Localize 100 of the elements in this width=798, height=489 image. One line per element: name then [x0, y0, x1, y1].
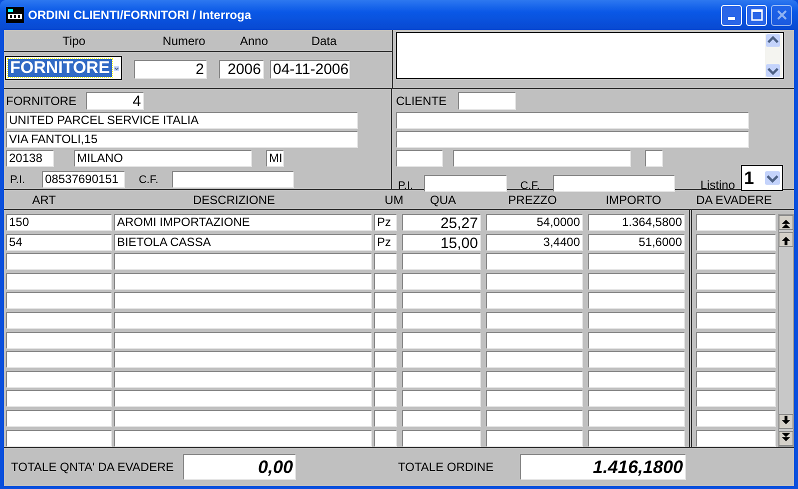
description-cell[interactable] [114, 332, 372, 349]
art-cell[interactable] [6, 292, 112, 310]
customer-postcode-field[interactable] [396, 150, 443, 167]
tax-code-field[interactable] [172, 171, 294, 188]
close-button[interactable] [771, 4, 792, 26]
outstanding-cell[interactable] [696, 272, 776, 290]
quantity-cell[interactable] [402, 430, 481, 447]
price-cell[interactable] [486, 370, 583, 388]
outstanding-cell[interactable] [696, 430, 776, 447]
last-page-icon[interactable] [779, 431, 793, 446]
amount-cell[interactable] [588, 370, 685, 388]
quantity-cell[interactable]: 15,00 [402, 234, 481, 251]
unit-cell[interactable] [374, 410, 397, 427]
unit-cell[interactable] [374, 332, 397, 349]
unit-cell[interactable] [374, 351, 397, 368]
province-field[interactable]: MI [266, 150, 284, 167]
city-field[interactable]: MILANO [74, 150, 252, 167]
year-field[interactable]: 2006 [219, 60, 264, 78]
quantity-cell[interactable] [402, 292, 481, 310]
description-cell[interactable] [114, 370, 372, 388]
art-cell[interactable]: 150 [6, 214, 112, 231]
art-cell[interactable] [6, 430, 112, 447]
quantity-cell[interactable]: 25,27 [402, 214, 481, 231]
order-total-field[interactable]: 1.416,1800 [520, 454, 686, 480]
customer-code-field[interactable] [458, 92, 516, 110]
outstanding-cell[interactable] [696, 253, 776, 270]
address-field[interactable]: VIA FANTOLI,15 [6, 131, 358, 148]
art-cell[interactable] [6, 370, 112, 388]
art-cell[interactable] [6, 351, 112, 368]
amount-cell[interactable]: 1.364,5800 [588, 214, 685, 231]
unit-cell[interactable]: Pz [374, 234, 397, 251]
scroll-down-icon[interactable] [779, 414, 793, 429]
unit-cell[interactable]: Pz [374, 214, 397, 231]
outstanding-cell[interactable] [696, 214, 776, 231]
customer-vat-field[interactable] [424, 175, 507, 192]
outstanding-cell[interactable] [696, 410, 776, 427]
price-cell[interactable]: 54,0000 [486, 214, 583, 231]
amount-cell[interactable] [588, 292, 685, 310]
outstanding-cell[interactable] [696, 390, 776, 408]
unit-cell[interactable] [374, 370, 397, 388]
outstanding-cell[interactable] [696, 312, 776, 329]
art-cell[interactable] [6, 253, 112, 270]
unit-cell[interactable] [374, 390, 397, 408]
unit-cell[interactable] [374, 312, 397, 329]
quantity-cell[interactable] [402, 312, 481, 329]
description-cell[interactable] [114, 292, 372, 310]
maximize-button[interactable] [746, 4, 767, 26]
price-cell[interactable]: 3,4400 [486, 234, 583, 251]
description-cell[interactable]: BIETOLA CASSA [114, 234, 372, 251]
description-cell[interactable] [114, 253, 372, 270]
supplier-code-field[interactable]: 4 [86, 92, 144, 110]
amount-cell[interactable] [588, 351, 685, 368]
price-cell[interactable] [486, 351, 583, 368]
first-page-icon[interactable] [779, 215, 793, 230]
unit-cell[interactable] [374, 430, 397, 447]
unit-cell[interactable] [374, 272, 397, 290]
postcode-field[interactable]: 20138 [6, 150, 54, 167]
quantity-cell[interactable] [402, 272, 481, 290]
unit-cell[interactable] [374, 253, 397, 270]
customer-name-field[interactable] [396, 112, 749, 129]
art-cell[interactable] [6, 390, 112, 408]
amount-cell[interactable] [588, 253, 685, 270]
description-cell[interactable] [114, 390, 372, 408]
vat-field[interactable]: 08537690151 [42, 171, 125, 188]
amount-cell[interactable] [588, 332, 685, 349]
amount-cell[interactable] [588, 312, 685, 329]
scrollbar[interactable] [778, 214, 794, 447]
outstanding-cell[interactable] [696, 332, 776, 349]
price-cell[interactable] [486, 390, 583, 408]
total-outstanding-field[interactable]: 0,00 [183, 454, 296, 480]
price-cell[interactable] [486, 430, 583, 447]
price-cell[interactable] [486, 253, 583, 270]
quantity-cell[interactable] [402, 390, 481, 408]
price-cell[interactable] [486, 410, 583, 427]
amount-cell[interactable] [588, 430, 685, 447]
number-field[interactable]: 2 [134, 60, 207, 78]
description-cell[interactable] [114, 410, 372, 427]
quantity-cell[interactable] [402, 351, 481, 368]
minimize-button[interactable] [721, 4, 742, 26]
description-cell[interactable]: AROMI IMPORTAZIONE [114, 214, 372, 231]
outstanding-cell[interactable] [696, 370, 776, 388]
description-cell[interactable] [114, 312, 372, 329]
art-cell[interactable] [6, 272, 112, 290]
price-cell[interactable] [486, 332, 583, 349]
art-cell[interactable] [6, 332, 112, 349]
outstanding-cell[interactable] [696, 234, 776, 251]
amount-cell[interactable] [588, 410, 685, 427]
outstanding-cell[interactable] [696, 292, 776, 310]
price-list-dropdown[interactable]: 1 [741, 165, 783, 191]
quantity-cell[interactable] [402, 370, 481, 388]
price-cell[interactable] [486, 272, 583, 290]
description-cell[interactable] [114, 351, 372, 368]
name-field[interactable]: UNITED PARCEL SERVICE ITALIA [6, 112, 358, 129]
outstanding-cell[interactable] [696, 351, 776, 368]
price-cell[interactable] [486, 312, 583, 329]
description-cell[interactable] [114, 272, 372, 290]
customer-tax-code-field[interactable] [553, 175, 675, 192]
art-cell[interactable] [6, 410, 112, 427]
unit-cell[interactable] [374, 292, 397, 310]
amount-cell[interactable]: 51,6000 [588, 234, 685, 251]
